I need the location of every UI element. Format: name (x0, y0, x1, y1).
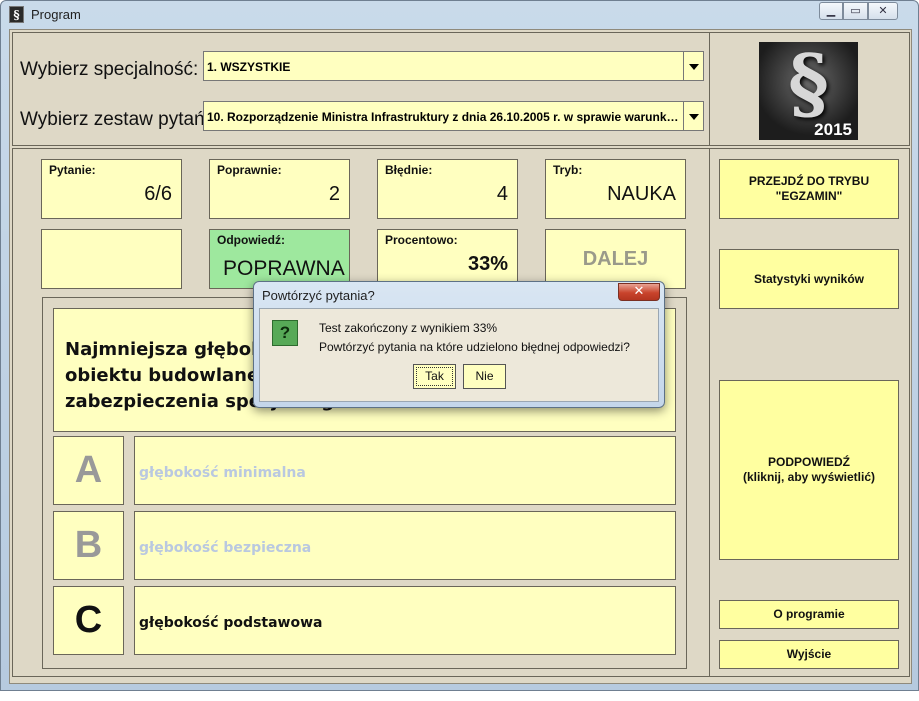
question-icon: ? (272, 320, 298, 346)
side-panel: PRZEJDŹ DO TRYBU "EGZAMIN" Statystyki wy… (710, 148, 910, 677)
dialog-close-button[interactable]: ✕ (618, 283, 660, 301)
question-set-label: Wybierz zestaw pytań: (20, 109, 210, 130)
yes-button[interactable]: Tak (413, 364, 456, 389)
dialog-title: Powtórzyć pytania? (262, 288, 375, 303)
title-bar[interactable]: § Program ▁ ▭ ✕ (1, 1, 918, 29)
about-button[interactable]: O programie (719, 600, 899, 629)
specialty-dropdown-arrow-icon[interactable] (683, 51, 704, 81)
answer-result-value: POPRAWNA (223, 257, 345, 280)
mode-value: NAUKA (607, 183, 676, 205)
statistics-button[interactable]: Statystyki wyników (719, 249, 899, 309)
question-set-dropdown-arrow-icon[interactable] (683, 101, 704, 131)
exam-mode-button-line-1: PRZEJDŹ DO TRYBU (748, 174, 870, 188)
exam-mode-button-line-2: "EGZAMIN" (775, 189, 843, 203)
logo-year: 2015 (814, 120, 852, 139)
question-set-select[interactable]: 10. Rozporządzenie Ministra Infrastruktu… (203, 101, 684, 131)
no-button[interactable]: Nie (463, 364, 506, 389)
window-title: Program (31, 7, 81, 22)
hint-button-line-2: (kliknij, aby wyświetlić) (742, 470, 876, 484)
answer-c-text: głębokość podstawowa (139, 615, 323, 631)
mode-label: Tryb: (553, 163, 583, 177)
specialty-label: Wybierz specjalność: (20, 59, 199, 80)
answer-b-letter-button[interactable]: B (53, 511, 124, 580)
next-button[interactable]: DALEJ (545, 229, 686, 289)
empty-info-box (41, 229, 182, 289)
answer-result-box: Odpowiedź: POPRAWNA (209, 229, 350, 289)
answer-a-letter-button[interactable]: A (53, 436, 124, 505)
mode-box: Tryb: NAUKA (545, 159, 686, 219)
exam-mode-button[interactable]: PRZEJDŹ DO TRYBU "EGZAMIN" (719, 159, 899, 219)
answer-c-letter-button[interactable]: C (53, 586, 124, 655)
correct-count-label: Poprawnie: (217, 163, 282, 177)
paragraph-icon: § (9, 6, 24, 23)
answer-b-text: głębokość bezpieczna (139, 540, 312, 556)
logo-panel: § 2015 (710, 32, 910, 146)
exit-button[interactable]: Wyjście (719, 640, 899, 669)
percent-box: Procentowo: 33% (377, 229, 518, 289)
question-counter-value: 6/6 (144, 183, 172, 205)
hint-button-line-1: PODPOWIEDŹ (767, 455, 850, 469)
question-panel: Pytanie: 6/6 Poprawnie: 2 Błędnie: 4 Try… (12, 148, 710, 677)
repeat-questions-dialog: Powtórzyć pytania? ✕ ? Test zakończony z… (253, 281, 665, 408)
wrong-count-label: Błędnie: (385, 163, 433, 177)
correct-count-box: Poprawnie: 2 (209, 159, 350, 219)
question-counter-box: Pytanie: 6/6 (41, 159, 182, 219)
dialog-message-line-1: Test zakończony z wynikiem 33% (319, 321, 498, 335)
question-set-select-value: 10. Rozporządzenie Ministra Infrastruktu… (207, 110, 681, 124)
app-logo: § 2015 (759, 38, 858, 140)
paragraph-logo-icon: § (788, 38, 829, 129)
wrong-count-box: Błędnie: 4 (377, 159, 518, 219)
maximize-button[interactable]: ▭ (843, 2, 868, 20)
correct-count-value: 2 (328, 183, 340, 205)
percent-value: 33% (467, 253, 508, 275)
answer-a-text: głębokość minimalna (139, 465, 306, 481)
question-counter-label: Pytanie: (49, 163, 96, 177)
minimize-button[interactable]: ▁ (819, 2, 843, 20)
percent-label: Procentowo: (385, 233, 458, 247)
specialty-select[interactable]: 1. WSZYSTKIE (203, 51, 684, 81)
answer-b-option[interactable]: głębokość bezpieczna (134, 511, 676, 580)
next-button-label: DALEJ (582, 248, 649, 270)
dialog-body: ? Test zakończony z wynikiem 33% Powtórz… (259, 308, 659, 402)
close-window-button[interactable]: ✕ (868, 2, 898, 20)
answer-result-label: Odpowiedź: (217, 233, 285, 247)
dialog-message-line-2: Powtórzyć pytania na które udzielono błę… (319, 340, 630, 354)
wrong-count-value: 4 (496, 183, 508, 205)
selection-panel: Wybierz specjalność: 1. WSZYSTKIE Wybier… (12, 32, 710, 146)
specialty-select-value: 1. WSZYSTKIE (207, 60, 291, 74)
answer-c-option[interactable]: głębokość podstawowa (134, 586, 676, 655)
answer-a-option[interactable]: głębokość minimalna (134, 436, 676, 505)
hint-button[interactable]: PODPOWIEDŹ (kliknij, aby wyświetlić) (719, 380, 899, 560)
